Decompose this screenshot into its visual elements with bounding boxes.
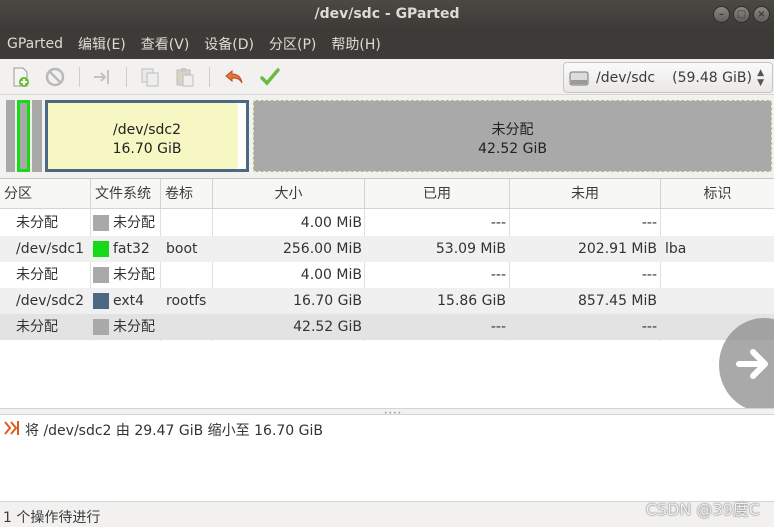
header-used[interactable]: 已用 bbox=[365, 179, 510, 209]
menu-partition[interactable]: 分区(P) bbox=[269, 34, 316, 54]
menu-edit[interactable]: 编辑(E) bbox=[78, 34, 126, 54]
cell-size: 4.00 MiB bbox=[300, 215, 362, 231]
table-header: 分区 文件系统 卷标 大小 已用 未用 标识 bbox=[0, 179, 774, 209]
cell-filesystem: ext4 bbox=[113, 293, 145, 309]
cell-partition: /dev/sdc2 bbox=[16, 293, 85, 309]
cell-label: rootfs bbox=[166, 293, 207, 309]
cell-size: 256.00 MiB bbox=[282, 241, 362, 257]
sdc2-segment-size: 16.70 GiB bbox=[112, 141, 182, 157]
unallocated-segment-size: 42.52 GiB bbox=[478, 141, 547, 157]
cell-used: 15.86 GiB bbox=[437, 293, 506, 309]
copy-icon bbox=[141, 68, 159, 87]
chevron-updown-icon: ▲ ▼ bbox=[757, 68, 764, 88]
cell-unused: --- bbox=[641, 215, 657, 231]
sdc2-segment[interactable]: /dev/sdc2 16.70 GiB bbox=[45, 100, 249, 172]
resize-move-icon bbox=[94, 70, 109, 84]
header-flags[interactable]: 标识 bbox=[661, 179, 774, 209]
device-selector[interactable]: /dev/sdc (59.48 GiB) ▲ ▼ bbox=[563, 62, 773, 93]
close-button[interactable]: × bbox=[753, 6, 770, 23]
header-size[interactable]: 大小 bbox=[213, 179, 365, 209]
watermark-text: CSDN @39度C bbox=[645, 500, 760, 519]
fs-color-swatch bbox=[93, 215, 109, 231]
title-bar: /dev/sdc - GParted – □ × bbox=[0, 0, 774, 29]
device-name: /dev/sdc bbox=[596, 69, 656, 86]
cell-used: --- bbox=[490, 319, 506, 335]
copy-button[interactable] bbox=[137, 65, 163, 89]
pending-operations-panel: 将 /dev/sdc2 由 29.47 GiB 缩小至 16.70 GiB bbox=[0, 415, 774, 502]
cell-filesystem: 未分配 bbox=[113, 319, 155, 335]
undo-icon bbox=[225, 69, 243, 84]
partition-table: 分区 文件系统 卷标 大小 已用 未用 标识 未分配 未分配 4.00 MiB … bbox=[0, 178, 774, 408]
cell-unused: 202.91 MiB bbox=[577, 241, 657, 257]
cell-flags: lba bbox=[665, 241, 687, 257]
menu-bar: GParted 编辑(E) 查看(V) 设备(D) 分区(P) 帮助(H) bbox=[0, 29, 774, 59]
menu-gparted[interactable]: GParted bbox=[7, 36, 63, 52]
cell-unused: --- bbox=[641, 319, 657, 335]
menu-help[interactable]: 帮助(H) bbox=[331, 34, 380, 54]
menu-view[interactable]: 查看(V) bbox=[141, 34, 190, 54]
status-text: 1 个操作待进行 bbox=[3, 510, 101, 526]
cell-size: 42.52 GiB bbox=[293, 319, 362, 335]
table-row[interactable]: 未分配 未分配 42.52 GiB --- --- bbox=[0, 314, 774, 340]
hard-disk-icon bbox=[569, 71, 589, 85]
unallocated-segment-2[interactable] bbox=[32, 100, 42, 172]
undo-button[interactable] bbox=[221, 65, 247, 89]
unallocated-segment-3[interactable]: 未分配 42.52 GiB bbox=[253, 100, 772, 172]
cell-size: 4.00 MiB bbox=[300, 267, 362, 283]
fs-color-swatch bbox=[93, 241, 109, 257]
disk-map: /dev/sdc2 16.70 GiB 未分配 42.52 GiB bbox=[0, 96, 774, 176]
menu-device[interactable]: 设备(D) bbox=[204, 34, 254, 54]
device-size: (59.48 GiB) bbox=[672, 69, 752, 86]
header-filesystem[interactable]: 文件系统 bbox=[91, 179, 161, 209]
cell-filesystem: 未分配 bbox=[113, 215, 155, 231]
cell-label: boot bbox=[166, 241, 198, 257]
cell-used: --- bbox=[490, 215, 506, 231]
cell-unused: 857.45 MiB bbox=[577, 293, 657, 309]
table-row[interactable]: 未分配 未分配 4.00 MiB --- --- bbox=[0, 262, 774, 288]
resize-operation-icon bbox=[4, 421, 19, 435]
fs-color-swatch bbox=[93, 267, 109, 283]
delete-button[interactable] bbox=[42, 65, 68, 89]
cell-filesystem: fat32 bbox=[113, 241, 150, 257]
cell-unused: --- bbox=[641, 267, 657, 283]
resize-move-button[interactable] bbox=[89, 65, 115, 89]
cell-partition: /dev/sdc1 bbox=[16, 241, 85, 257]
sdc1-segment[interactable] bbox=[17, 100, 30, 172]
minimize-button[interactable]: – bbox=[713, 6, 730, 23]
new-partition-button[interactable] bbox=[8, 65, 34, 89]
cell-filesystem: 未分配 bbox=[113, 267, 155, 283]
paste-button[interactable] bbox=[172, 65, 198, 89]
cell-size: 16.70 GiB bbox=[293, 293, 362, 309]
cell-partition: 未分配 bbox=[16, 319, 58, 335]
table-row[interactable]: 未分配 未分配 4.00 MiB --- --- bbox=[0, 210, 774, 236]
sdc2-segment-name: /dev/sdc2 bbox=[112, 122, 181, 138]
unallocated-segment-1[interactable] bbox=[6, 100, 15, 172]
fs-color-swatch bbox=[93, 293, 109, 309]
cell-partition: 未分配 bbox=[16, 215, 58, 231]
pane-divider[interactable]: •••• bbox=[0, 408, 774, 417]
maximize-button[interactable]: □ bbox=[733, 6, 750, 23]
operation-item[interactable]: 将 /dev/sdc2 由 29.47 GiB 缩小至 16.70 GiB bbox=[25, 420, 323, 440]
fs-color-swatch bbox=[93, 319, 109, 335]
header-label[interactable]: 卷标 bbox=[161, 179, 213, 209]
cell-partition: 未分配 bbox=[16, 267, 58, 283]
arrow-right-icon bbox=[736, 349, 768, 379]
unallocated-segment-name: 未分配 bbox=[491, 122, 534, 138]
new-partition-icon bbox=[13, 67, 29, 87]
apply-icon bbox=[260, 68, 280, 86]
window-title: /dev/sdc - GParted bbox=[314, 6, 460, 22]
header-partition[interactable]: 分区 bbox=[0, 179, 91, 209]
table-row[interactable]: /dev/sdc1 fat32 boot 256.00 MiB 53.09 Mi… bbox=[0, 236, 774, 262]
header-unused[interactable]: 未用 bbox=[510, 179, 661, 209]
table-row[interactable]: /dev/sdc2 ext4 rootfs 16.70 GiB 15.86 Gi… bbox=[0, 288, 774, 314]
cell-used: --- bbox=[490, 267, 506, 283]
cell-used: 53.09 MiB bbox=[435, 241, 506, 257]
delete-icon bbox=[45, 67, 65, 87]
apply-button[interactable] bbox=[257, 65, 283, 89]
paste-icon bbox=[176, 68, 194, 87]
